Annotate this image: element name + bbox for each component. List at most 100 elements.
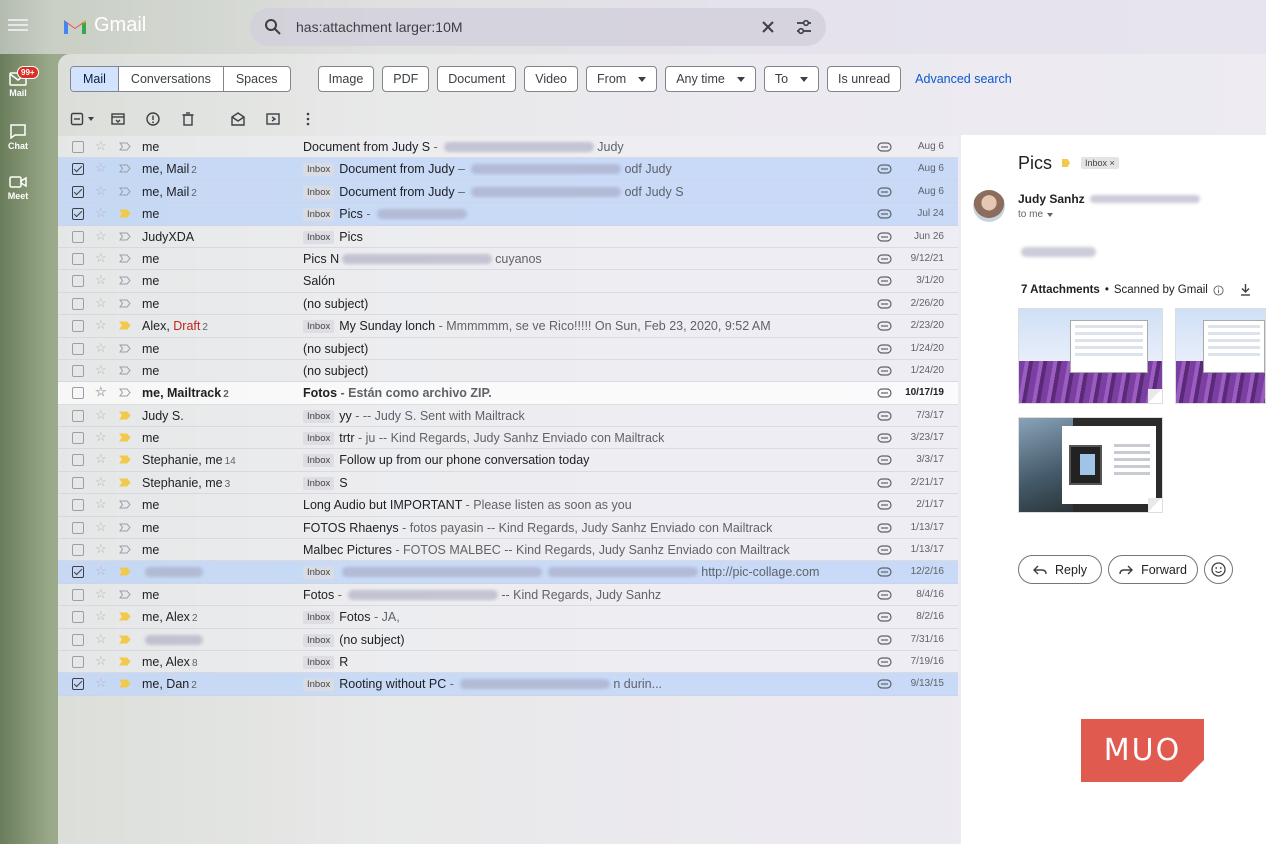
star-icon[interactable]: ☆	[95, 318, 107, 332]
attachment-icon[interactable]	[877, 433, 892, 443]
importance-marker-icon[interactable]	[119, 567, 131, 576]
chip-from[interactable]: From	[586, 66, 658, 92]
attachment-icon[interactable]	[877, 455, 892, 466]
importance-marker-icon[interactable]	[119, 657, 131, 666]
inbox-label[interactable]: Inbox	[303, 163, 335, 177]
chip-any-time[interactable]: Any time	[665, 66, 756, 92]
star-icon[interactable]: ☆	[95, 362, 107, 377]
inbox-label[interactable]: Inbox	[303, 208, 335, 222]
chip-image[interactable]: Image	[317, 66, 375, 92]
importance-marker-icon[interactable]	[119, 366, 131, 375]
importance-marker-icon[interactable]	[119, 299, 131, 308]
row-checkbox[interactable]	[72, 163, 84, 176]
row-checkbox[interactable]	[72, 409, 84, 422]
row-checkbox[interactable]	[72, 364, 84, 377]
attachment-icon[interactable]	[877, 657, 892, 667]
chip-video[interactable]: Video	[524, 66, 579, 92]
attachment-icon[interactable]	[877, 164, 892, 174]
inbox-label[interactable]: Inbox	[303, 633, 335, 647]
email-row[interactable]: ☆ me, Mailtrack 2 Fotos - Están como archiv…	[58, 382, 958, 405]
segment-conversations[interactable]: Conversations	[119, 67, 224, 91]
rail-chat[interactable]: Chat	[0, 124, 36, 151]
inbox-label[interactable]: Inbox	[303, 476, 335, 490]
emoji-reaction-button[interactable]	[1204, 555, 1233, 584]
important-marker-icon[interactable]	[1062, 159, 1070, 167]
importance-marker-icon[interactable]	[119, 388, 131, 397]
search-input[interactable]	[296, 19, 758, 35]
attachment-icon[interactable]	[877, 612, 892, 622]
email-row[interactable]: ☆ me, Alex 8 Inbox R 7/19/16	[58, 650, 958, 674]
rail-meet[interactable]: Meet	[0, 175, 36, 201]
email-row[interactable]: ☆ me Fotos - -- Kind Regards, Judy Sanhz 8/…	[58, 583, 958, 607]
row-checkbox[interactable]	[72, 566, 84, 579]
attachment-icon[interactable]	[877, 321, 892, 331]
row-checkbox[interactable]	[72, 476, 84, 489]
forward-button[interactable]: Forward	[1108, 555, 1198, 584]
email-row[interactable]: ☆ me (no subject) 1/24/20	[58, 337, 958, 360]
attachment-icon[interactable]	[877, 343, 892, 354]
star-icon[interactable]: ☆	[95, 609, 107, 623]
importance-marker-icon[interactable]	[119, 321, 131, 330]
star-icon[interactable]: ☆	[95, 564, 107, 578]
star-icon[interactable]: ☆	[95, 474, 107, 489]
row-checkbox[interactable]	[72, 185, 84, 198]
report-spam-icon[interactable]	[145, 111, 161, 127]
row-checkbox[interactable]	[72, 297, 84, 310]
download-all-icon[interactable]	[1239, 283, 1252, 296]
importance-marker-icon[interactable]	[119, 164, 131, 173]
email-row[interactable]: ☆ me Inbox Pics - Jul 24	[58, 203, 958, 226]
importance-marker-icon[interactable]	[119, 523, 131, 532]
attachment-icon[interactable]	[877, 142, 892, 152]
star-icon[interactable]: ☆	[95, 676, 107, 690]
star-icon[interactable]: ☆	[95, 586, 107, 601]
email-row[interactable]: ☆ me Inbox trtr - ju -- Kind Regards, Judy …	[58, 427, 958, 450]
archive-icon[interactable]	[110, 111, 126, 127]
email-row[interactable]: ☆ me Pics N cuyanos 9/12/21	[58, 247, 958, 271]
importance-marker-icon[interactable]	[119, 455, 131, 464]
star-icon[interactable]: ☆	[95, 183, 107, 198]
importance-marker-icon[interactable]	[119, 411, 131, 420]
attachment-icon[interactable]	[877, 254, 892, 264]
attachment-icon[interactable]	[877, 567, 892, 578]
star-icon[interactable]: ☆	[95, 273, 107, 287]
star-icon[interactable]: ☆	[95, 340, 107, 355]
attachment-thumbnail[interactable]	[1175, 308, 1266, 404]
star-icon[interactable]: ☆	[95, 430, 107, 444]
row-checkbox[interactable]	[72, 320, 84, 333]
segment-spaces[interactable]: Spaces	[224, 67, 290, 91]
attachment-icon[interactable]	[877, 231, 892, 242]
inbox-label[interactable]: Inbox	[303, 566, 335, 580]
row-checkbox[interactable]	[72, 141, 84, 153]
email-row[interactable]: ☆ Inbox http://pic-collage.com 12/2/16	[58, 561, 958, 584]
more-options-icon[interactable]	[300, 111, 316, 127]
inbox-label[interactable]: Inbox	[303, 409, 335, 423]
attachment-icon[interactable]	[877, 523, 892, 533]
email-row[interactable]: ☆ Stephanie, me 3 Inbox S 2/21/17	[58, 471, 958, 495]
info-icon[interactable]	[1213, 284, 1224, 296]
star-icon[interactable]: ☆	[95, 161, 107, 175]
row-checkbox[interactable]	[72, 633, 84, 646]
chip-pdf[interactable]: PDF	[382, 66, 430, 92]
importance-marker-icon[interactable]	[119, 209, 131, 218]
email-row[interactable]: ☆ me Salón 3/1/20	[58, 270, 958, 293]
search-icon[interactable]	[264, 18, 282, 36]
attachment-icon[interactable]	[877, 500, 892, 510]
email-row[interactable]: ☆ Judy S. Inbox yy - -- Judy S. Sent with M…	[58, 404, 958, 428]
segment-mail[interactable]: Mail	[71, 67, 119, 91]
importance-marker-icon[interactable]	[119, 590, 131, 599]
email-row[interactable]: ☆ me, Dan 2 Inbox Rooting without PC - n dur…	[58, 673, 958, 696]
delete-icon[interactable]	[180, 111, 196, 127]
importance-marker-icon[interactable]	[119, 612, 131, 621]
attachment-icon[interactable]	[877, 388, 892, 398]
attachment-icon[interactable]	[877, 590, 892, 600]
reply-button[interactable]: Reply	[1018, 555, 1102, 584]
email-row[interactable]: ☆ me, Mail 2 Inbox Document from Judy – odf …	[58, 180, 958, 204]
inbox-label[interactable]: Inbox	[303, 432, 335, 446]
email-row[interactable]: ☆ me Document from Judy S - Judy Aug 6	[58, 136, 958, 159]
star-icon[interactable]: ☆	[95, 519, 107, 534]
row-checkbox[interactable]	[72, 387, 84, 400]
email-row[interactable]: ☆ me (no subject) 1/24/20	[58, 359, 958, 383]
attachment-thumbnail[interactable]	[1018, 417, 1163, 513]
inbox-label[interactable]: Inbox	[303, 320, 335, 334]
attachment-icon[interactable]	[877, 634, 892, 645]
